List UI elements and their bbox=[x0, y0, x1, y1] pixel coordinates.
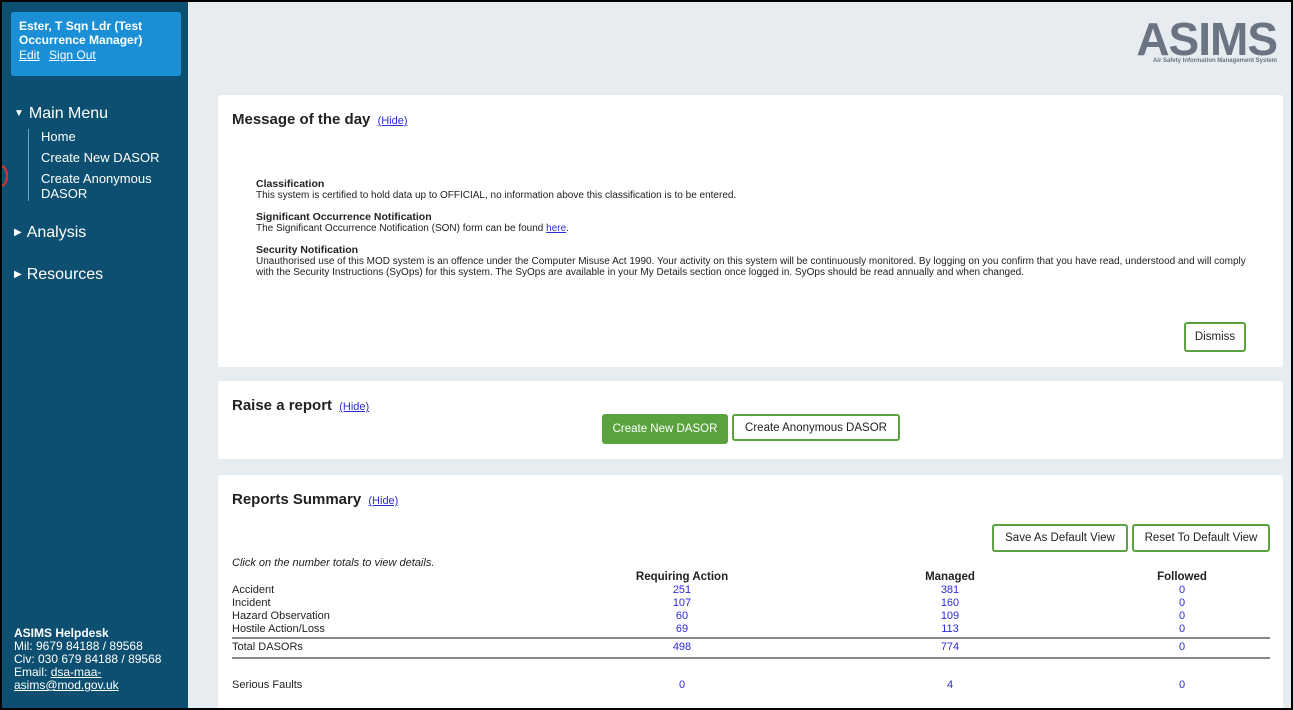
helpdesk-email-label: Email: bbox=[14, 665, 48, 679]
classification-heading: Classification bbox=[256, 178, 325, 190]
motd-hide-link[interactable]: (Hide) bbox=[378, 115, 408, 127]
user-name-line2: Occurrence Manager) bbox=[19, 33, 143, 47]
motd-title: Message of the day bbox=[232, 111, 371, 128]
main-submenu: Home Create New DASOR Create Anonymous D… bbox=[28, 129, 184, 201]
count-link[interactable]: 160 bbox=[835, 597, 1065, 610]
triangle-right-icon: ▶ bbox=[14, 227, 22, 238]
classification-text: This system is certified to hold data up… bbox=[256, 190, 737, 201]
count-link[interactable]: 498 bbox=[567, 641, 797, 654]
create-anonymous-dasor-button[interactable]: Create Anonymous DASOR bbox=[732, 414, 900, 441]
menu-main-label: Main Menu bbox=[28, 105, 109, 122]
count-link[interactable]: 0 bbox=[1062, 623, 1291, 636]
app-frame: Ester, T Sqn Ldr (Test Occurrence Manage… bbox=[0, 0, 1293, 710]
table-row: Hazard Observation 60 109 0 bbox=[232, 610, 1270, 623]
user-box: Ester, T Sqn Ldr (Test Occurrence Manage… bbox=[11, 12, 181, 76]
sidebar: Ester, T Sqn Ldr (Test Occurrence Manage… bbox=[2, 2, 188, 708]
count-link[interactable]: 113 bbox=[835, 623, 1065, 636]
row-label: Accident bbox=[232, 584, 275, 596]
row-label: Serious Faults bbox=[232, 679, 303, 691]
count-link[interactable]: 0 bbox=[1062, 679, 1291, 692]
menu-main-toggle[interactable]: ▼ Main Menu bbox=[14, 104, 184, 124]
security-text: Unauthorised use of this MOD system is a… bbox=[256, 256, 1246, 278]
sidebar-item-home[interactable]: Home bbox=[41, 129, 184, 144]
count-link[interactable]: 107 bbox=[567, 597, 797, 610]
reports-title: Reports Summary bbox=[232, 491, 362, 508]
row-label: Total DASORs bbox=[232, 641, 303, 653]
table-row: Hostile Action/Loss 69 113 0 bbox=[232, 623, 1270, 636]
count-link[interactable]: 109 bbox=[835, 610, 1065, 623]
menu-analysis-label: Analysis bbox=[26, 224, 87, 241]
user-name-line1: Ester, T Sqn Ldr (Test bbox=[19, 19, 143, 33]
dismiss-button[interactable]: Dismiss bbox=[1184, 322, 1246, 352]
triangle-down-icon: ▼ bbox=[14, 108, 24, 119]
security-heading: Security Notification bbox=[256, 244, 359, 256]
motd-panel: Message of the day (Hide) Classification… bbox=[218, 95, 1283, 367]
cursor-marker-icon bbox=[2, 165, 8, 187]
count-link[interactable]: 69 bbox=[567, 623, 797, 636]
sidebar-item-create-anonymous-dasor[interactable]: Create Anonymous DASOR bbox=[41, 171, 171, 201]
reports-hide-link[interactable]: (Hide) bbox=[368, 495, 398, 507]
table-row: Incident 107 160 0 bbox=[232, 597, 1270, 610]
asims-logo: ASIMS Air Safety Information Management … bbox=[1136, 13, 1278, 65]
motd-title-row: Message of the day (Hide) bbox=[232, 111, 1269, 128]
count-link[interactable]: 251 bbox=[567, 584, 797, 597]
helpdesk-email-link-2[interactable]: asims@mod.gov.uk bbox=[14, 678, 119, 692]
table-header-row: Requiring Action Managed Followed bbox=[232, 571, 1270, 584]
col-header-followed: Followed bbox=[1157, 571, 1207, 583]
edit-link[interactable]: Edit bbox=[19, 48, 40, 62]
helpdesk-info: ASIMS Helpdesk Mil: 9679 84188 / 89568 C… bbox=[14, 627, 184, 692]
count-link[interactable]: 0 bbox=[567, 679, 797, 692]
motd-body: Classification This system is certified … bbox=[256, 178, 1266, 279]
son-here-link[interactable]: here bbox=[546, 223, 566, 234]
total-divider bbox=[232, 637, 1270, 639]
table-row: Accident 251 381 0 bbox=[232, 584, 1270, 597]
triangle-right-icon: ▶ bbox=[14, 269, 22, 280]
row-label: Hostile Action/Loss bbox=[232, 623, 325, 635]
save-default-view-button[interactable]: Save As Default View bbox=[992, 524, 1128, 552]
menu-analysis-toggle[interactable]: ▶ Analysis bbox=[14, 223, 184, 243]
logo-subtitle: Air Safety Information Management System bbox=[1152, 58, 1277, 64]
create-new-dasor-button[interactable]: Create New DASOR bbox=[602, 414, 728, 444]
reports-summary-panel: Reports Summary (Hide) Save As Default V… bbox=[218, 475, 1283, 708]
raise-title: Raise a report bbox=[232, 397, 333, 414]
reports-hint: Click on the number totals to view detai… bbox=[232, 557, 435, 569]
son-text: The Significant Occurrence Notification … bbox=[256, 223, 544, 234]
sidebar-item-create-new-dasor[interactable]: Create New DASOR bbox=[41, 150, 184, 165]
raise-report-panel: Raise a report (Hide) Create New DASOR C… bbox=[218, 381, 1283, 459]
helpdesk-email-link-1[interactable]: dsa-maa- bbox=[51, 665, 102, 679]
logo-text: ASIMS bbox=[1136, 13, 1278, 65]
menu-resources-label: Resources bbox=[26, 266, 104, 283]
table-row-total: Total DASORs 498 774 0 bbox=[232, 641, 1270, 654]
row-label: Incident bbox=[232, 597, 271, 609]
count-link[interactable]: 774 bbox=[835, 641, 1065, 654]
count-link[interactable]: 4 bbox=[835, 679, 1065, 692]
row-label: Hazard Observation bbox=[232, 610, 330, 622]
count-link[interactable]: 381 bbox=[835, 584, 1065, 597]
raise-hide-link[interactable]: (Hide) bbox=[339, 401, 369, 413]
count-link[interactable]: 0 bbox=[1062, 610, 1291, 623]
col-header-requiring-action: Requiring Action bbox=[635, 571, 729, 583]
reports-table: Requiring Action Managed Followed Accide… bbox=[232, 571, 1270, 692]
menu-resources-toggle[interactable]: ▶ Resources bbox=[14, 265, 184, 285]
sign-out-link[interactable]: Sign Out bbox=[49, 48, 96, 62]
reset-default-view-button[interactable]: Reset To Default View bbox=[1132, 524, 1270, 552]
son-heading: Significant Occurrence Notification bbox=[256, 211, 432, 223]
total-divider-bottom bbox=[232, 657, 1270, 659]
count-link[interactable]: 0 bbox=[1062, 584, 1291, 597]
table-row: Serious Faults 0 4 0 bbox=[232, 679, 1270, 692]
col-header-managed: Managed bbox=[925, 571, 975, 583]
raise-title-row: Raise a report (Hide) bbox=[232, 397, 1269, 414]
count-link[interactable]: 60 bbox=[567, 610, 797, 623]
count-link[interactable]: 0 bbox=[1062, 641, 1291, 654]
main-menu: ▼ Main Menu Home Create New DASOR Create… bbox=[14, 104, 184, 285]
count-link[interactable]: 0 bbox=[1062, 597, 1291, 610]
reports-title-row: Reports Summary (Hide) bbox=[232, 491, 1269, 508]
